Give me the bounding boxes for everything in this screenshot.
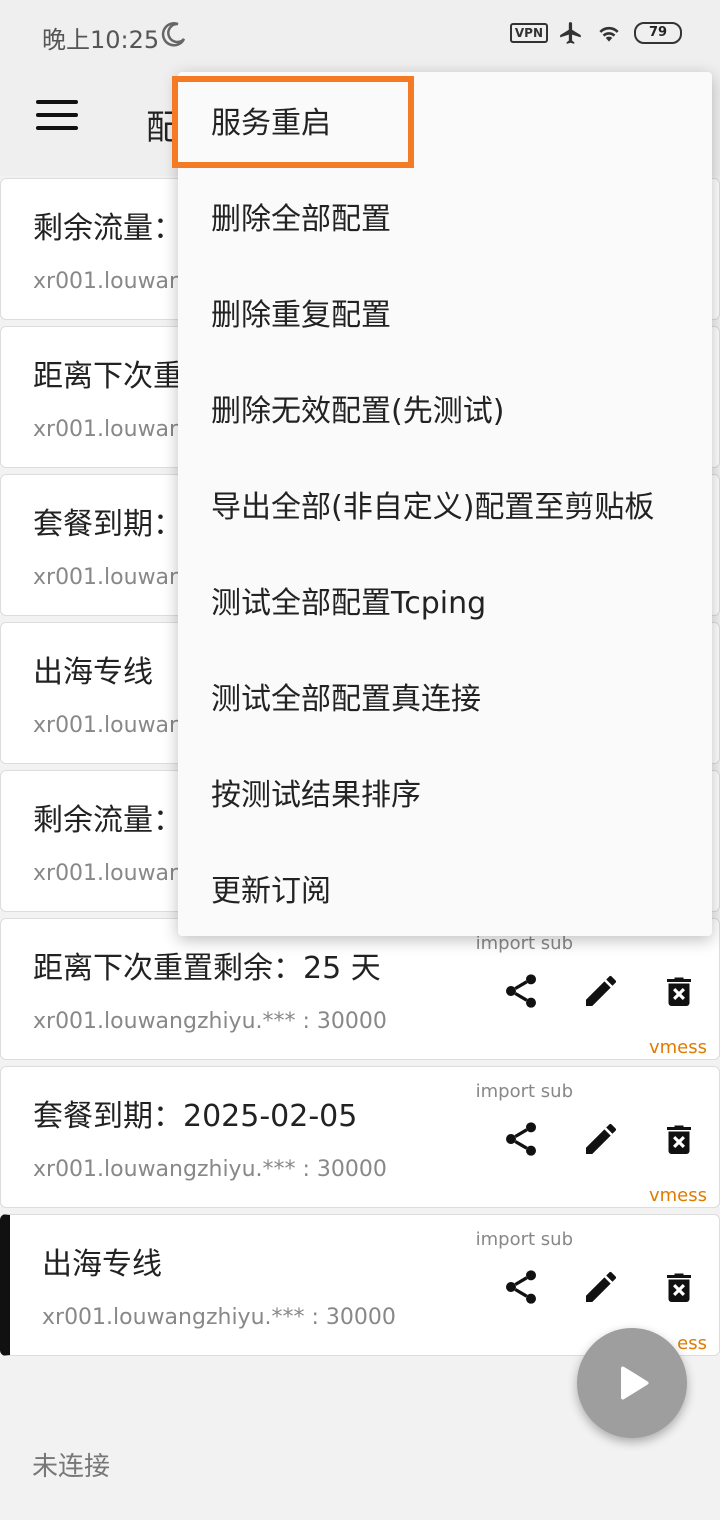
server-address: xr001.louwang: [33, 269, 197, 294]
server-address: xr001.louwang: [33, 713, 197, 738]
server-title: 套餐到期：2025-02-05: [33, 1099, 358, 1134]
server-title: 出海专线: [42, 1247, 162, 1282]
server-address: xr001.louwang: [33, 861, 197, 886]
share-icon[interactable]: [501, 971, 541, 1011]
server-title: 套餐到期：: [33, 507, 183, 542]
menu-item-test-tcping[interactable]: 测试全部配置Tcping: [178, 552, 712, 648]
server-address: xr001.louwangzhiyu.*** : 30000: [33, 1009, 387, 1034]
overflow-menu: 服务重启 删除全部配置 删除重复配置 删除无效配置(先测试) 导出全部(非自定义…: [178, 72, 712, 936]
server-card[interactable]: import sub 距离下次重置剩余：25 天 xr001.louwangzh…: [0, 918, 720, 1060]
edit-icon[interactable]: [581, 971, 621, 1011]
moon-icon: [161, 22, 186, 47]
edit-icon[interactable]: [581, 1267, 621, 1307]
card-actions: [501, 1267, 697, 1307]
protocol-label: ess: [677, 1333, 707, 1354]
menu-item-sort-by-result[interactable]: 按测试结果排序: [178, 744, 712, 840]
menu-item-update-subscription[interactable]: 更新订阅: [178, 840, 712, 936]
connection-status: 未连接: [32, 1452, 111, 1482]
status-icons: VPN 79: [509, 20, 682, 46]
delete-icon[interactable]: [661, 1119, 697, 1159]
delete-icon[interactable]: [661, 1267, 697, 1307]
vpn-icon: VPN: [509, 23, 548, 43]
server-address: xr001.louwang: [33, 565, 197, 590]
highlight-box: [172, 76, 414, 168]
server-address: xr001.louwangzhiyu.*** : 30000: [33, 1157, 387, 1182]
share-icon[interactable]: [501, 1267, 541, 1307]
menu-item-delete-all[interactable]: 删除全部配置: [178, 168, 712, 264]
server-title: 出海专线: [33, 655, 153, 690]
protocol-label: vmess: [648, 1037, 707, 1058]
server-title: 距离下次重置剩余：25 天: [33, 951, 381, 986]
status-time: 晚上10:25: [42, 26, 160, 54]
protocol-label: vmess: [648, 1185, 707, 1206]
card-actions: [501, 1119, 697, 1159]
connect-fab[interactable]: [577, 1328, 687, 1438]
server-title: 距离下次重: [33, 359, 183, 394]
server-title: 剩余流量：: [33, 211, 183, 246]
battery-icon: 79: [634, 22, 682, 44]
server-card[interactable]: import sub 套餐到期：2025-02-05 xr001.louwang…: [0, 1066, 720, 1208]
menu-item-delete-duplicates[interactable]: 删除重复配置: [178, 264, 712, 360]
server-address: xr001.louwang: [33, 417, 197, 442]
status-bar: 晚上10:25 VPN 79: [0, 0, 720, 70]
wifi-icon: [599, 26, 619, 42]
share-icon[interactable]: [501, 1119, 541, 1159]
server-title: 剩余流量：: [33, 803, 183, 838]
edit-icon[interactable]: [581, 1119, 621, 1159]
card-actions: [501, 971, 697, 1011]
subscription-label: import sub: [475, 1081, 573, 1102]
delete-icon[interactable]: [661, 971, 697, 1011]
menu-item-test-real-connection[interactable]: 测试全部配置真连接: [178, 648, 712, 744]
subscription-label: import sub: [475, 933, 573, 954]
hamburger-menu-icon[interactable]: [36, 100, 78, 142]
menu-item-export-all[interactable]: 导出全部(非自定义)配置至剪贴板: [178, 456, 712, 552]
play-icon: [621, 1366, 649, 1400]
airplane-icon: [560, 22, 581, 44]
menu-item-delete-invalid[interactable]: 删除无效配置(先测试): [178, 360, 712, 456]
server-address: xr001.louwangzhiyu.*** : 30000: [42, 1305, 396, 1330]
subscription-label: import sub: [475, 1229, 573, 1250]
